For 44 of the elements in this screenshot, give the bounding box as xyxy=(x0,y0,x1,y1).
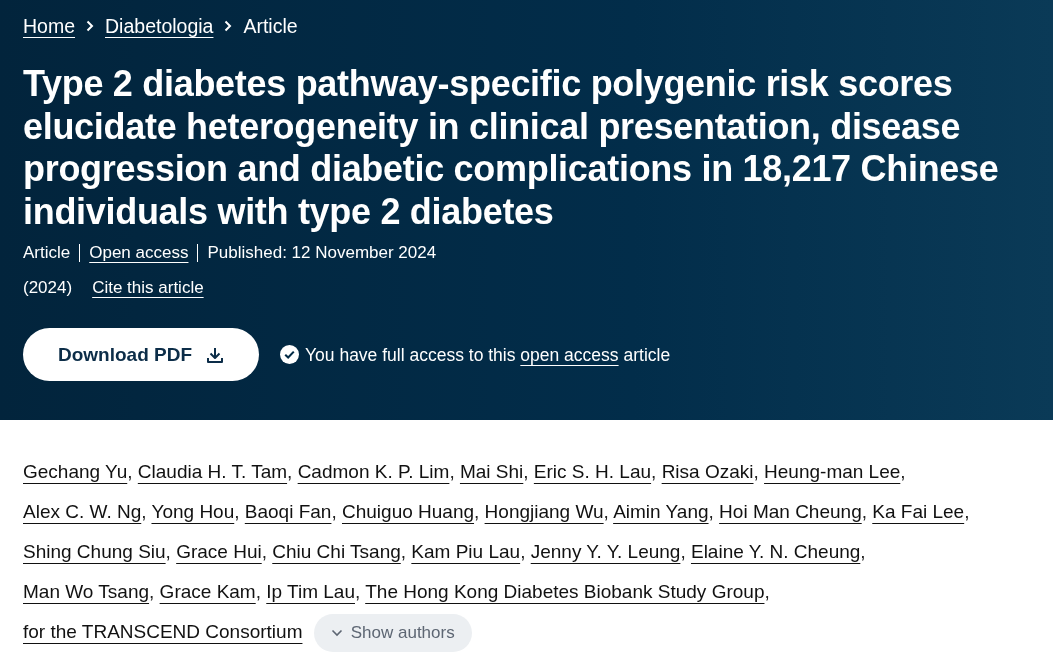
breadcrumb-current: Article xyxy=(243,14,298,38)
author-link[interactable]: Hoi Man Cheung xyxy=(719,501,862,522)
show-authors-button[interactable]: Show authors xyxy=(313,614,472,652)
chevron-right-icon xyxy=(224,20,233,32)
author-link[interactable]: Yong Hou xyxy=(151,501,235,522)
author-link[interactable]: Man Wo Tsang xyxy=(23,581,150,602)
author-link[interactable]: Kam Piu Lau xyxy=(411,541,521,562)
author-link[interactable]: Shing Chung Siu xyxy=(23,541,166,562)
open-access-link[interactable]: Open access xyxy=(79,244,198,262)
download-pdf-button[interactable]: Download PDF xyxy=(23,328,259,381)
author-link[interactable]: Risa Ozaki xyxy=(661,461,754,482)
chevron-right-icon xyxy=(86,20,95,32)
access-note: You have full access to this open access article xyxy=(305,343,671,367)
author-link[interactable]: Claudia H. T. Tam xyxy=(137,461,288,482)
author-list: Gechang Yu, Claudia H. T. Tam, Cadmon K. P. Lim, Mai Shi, Eric S. H. Lau, Risa Ozaki, Heung-man Lee, Alex C. W. Ng, Yong Hou, Baoqi Fan, Chuiguo Huang, Hongjiang Wu, Aimin Yang, Hoi Man Cheung, Ka Fai Lee, Shing Chung Siu, Grace Hui, Chiu Chi Tsang, Kam Piu Lau, Jenny Y. Y. Leung, Elaine Y. N. Cheung, Man Wo Tsang, Grace Kam, Ip Tim Lau, The Hong Kong Diabetes Biobank Study Group, for the TRANSCEND Consortium Show authors xyxy=(23,452,978,652)
author-link[interactable]: Ip Tim Lau xyxy=(266,581,355,602)
author-link[interactable]: Mai Shi xyxy=(459,461,524,482)
author-link[interactable]: Heung-man Lee xyxy=(764,461,901,482)
published-date: Published: 12 November 2024 xyxy=(197,244,446,262)
author-link[interactable]: Chiu Chi Tsang xyxy=(272,541,401,562)
breadcrumb-link[interactable]: Diabetologia xyxy=(105,14,214,38)
article-type-label: Article xyxy=(23,244,72,262)
author-link[interactable]: Grace Hui xyxy=(176,541,262,562)
breadcrumb-link[interactable]: Home xyxy=(23,14,76,38)
open-access-link[interactable]: open access xyxy=(520,344,619,365)
author-link[interactable]: Grace Kam xyxy=(159,581,256,602)
publication-year: (2024) xyxy=(23,277,73,299)
author-link[interactable]: Hongjiang Wu xyxy=(484,501,604,522)
cite-link[interactable]: Cite this article xyxy=(92,276,204,300)
author-link[interactable]: for the TRANSCEND Consortium xyxy=(23,621,303,642)
author-link[interactable]: Cadmon K. P. Lim xyxy=(297,461,450,482)
author-link[interactable]: Elaine Y. N. Cheung xyxy=(690,541,861,562)
author-link[interactable]: Gechang Yu xyxy=(23,461,128,482)
author-link[interactable]: Chuiguo Huang xyxy=(342,501,475,522)
author-link[interactable]: Ka Fai Lee xyxy=(872,501,965,522)
author-link[interactable]: The Hong Kong Diabetes Biobank Study Group xyxy=(365,581,765,602)
author-link[interactable]: Jenny Y. Y. Leung xyxy=(530,541,681,562)
author-link[interactable]: Baoqi Fan xyxy=(244,501,332,522)
author-link[interactable]: Alex C. W. Ng xyxy=(23,501,142,522)
author-link[interactable]: Eric S. H. Lau xyxy=(533,461,652,482)
article-title: Type 2 diabetes pathway-specific polygenic risk scores elucidate heterogeneity in clinical presentation, disease progression and diabetic complications in 18,217 Chinese individuals with type 2 diabetes xyxy=(23,63,1000,233)
check-circle-icon xyxy=(280,345,299,364)
download-icon xyxy=(206,345,225,364)
author-link[interactable]: Aimin Yang xyxy=(613,501,709,522)
